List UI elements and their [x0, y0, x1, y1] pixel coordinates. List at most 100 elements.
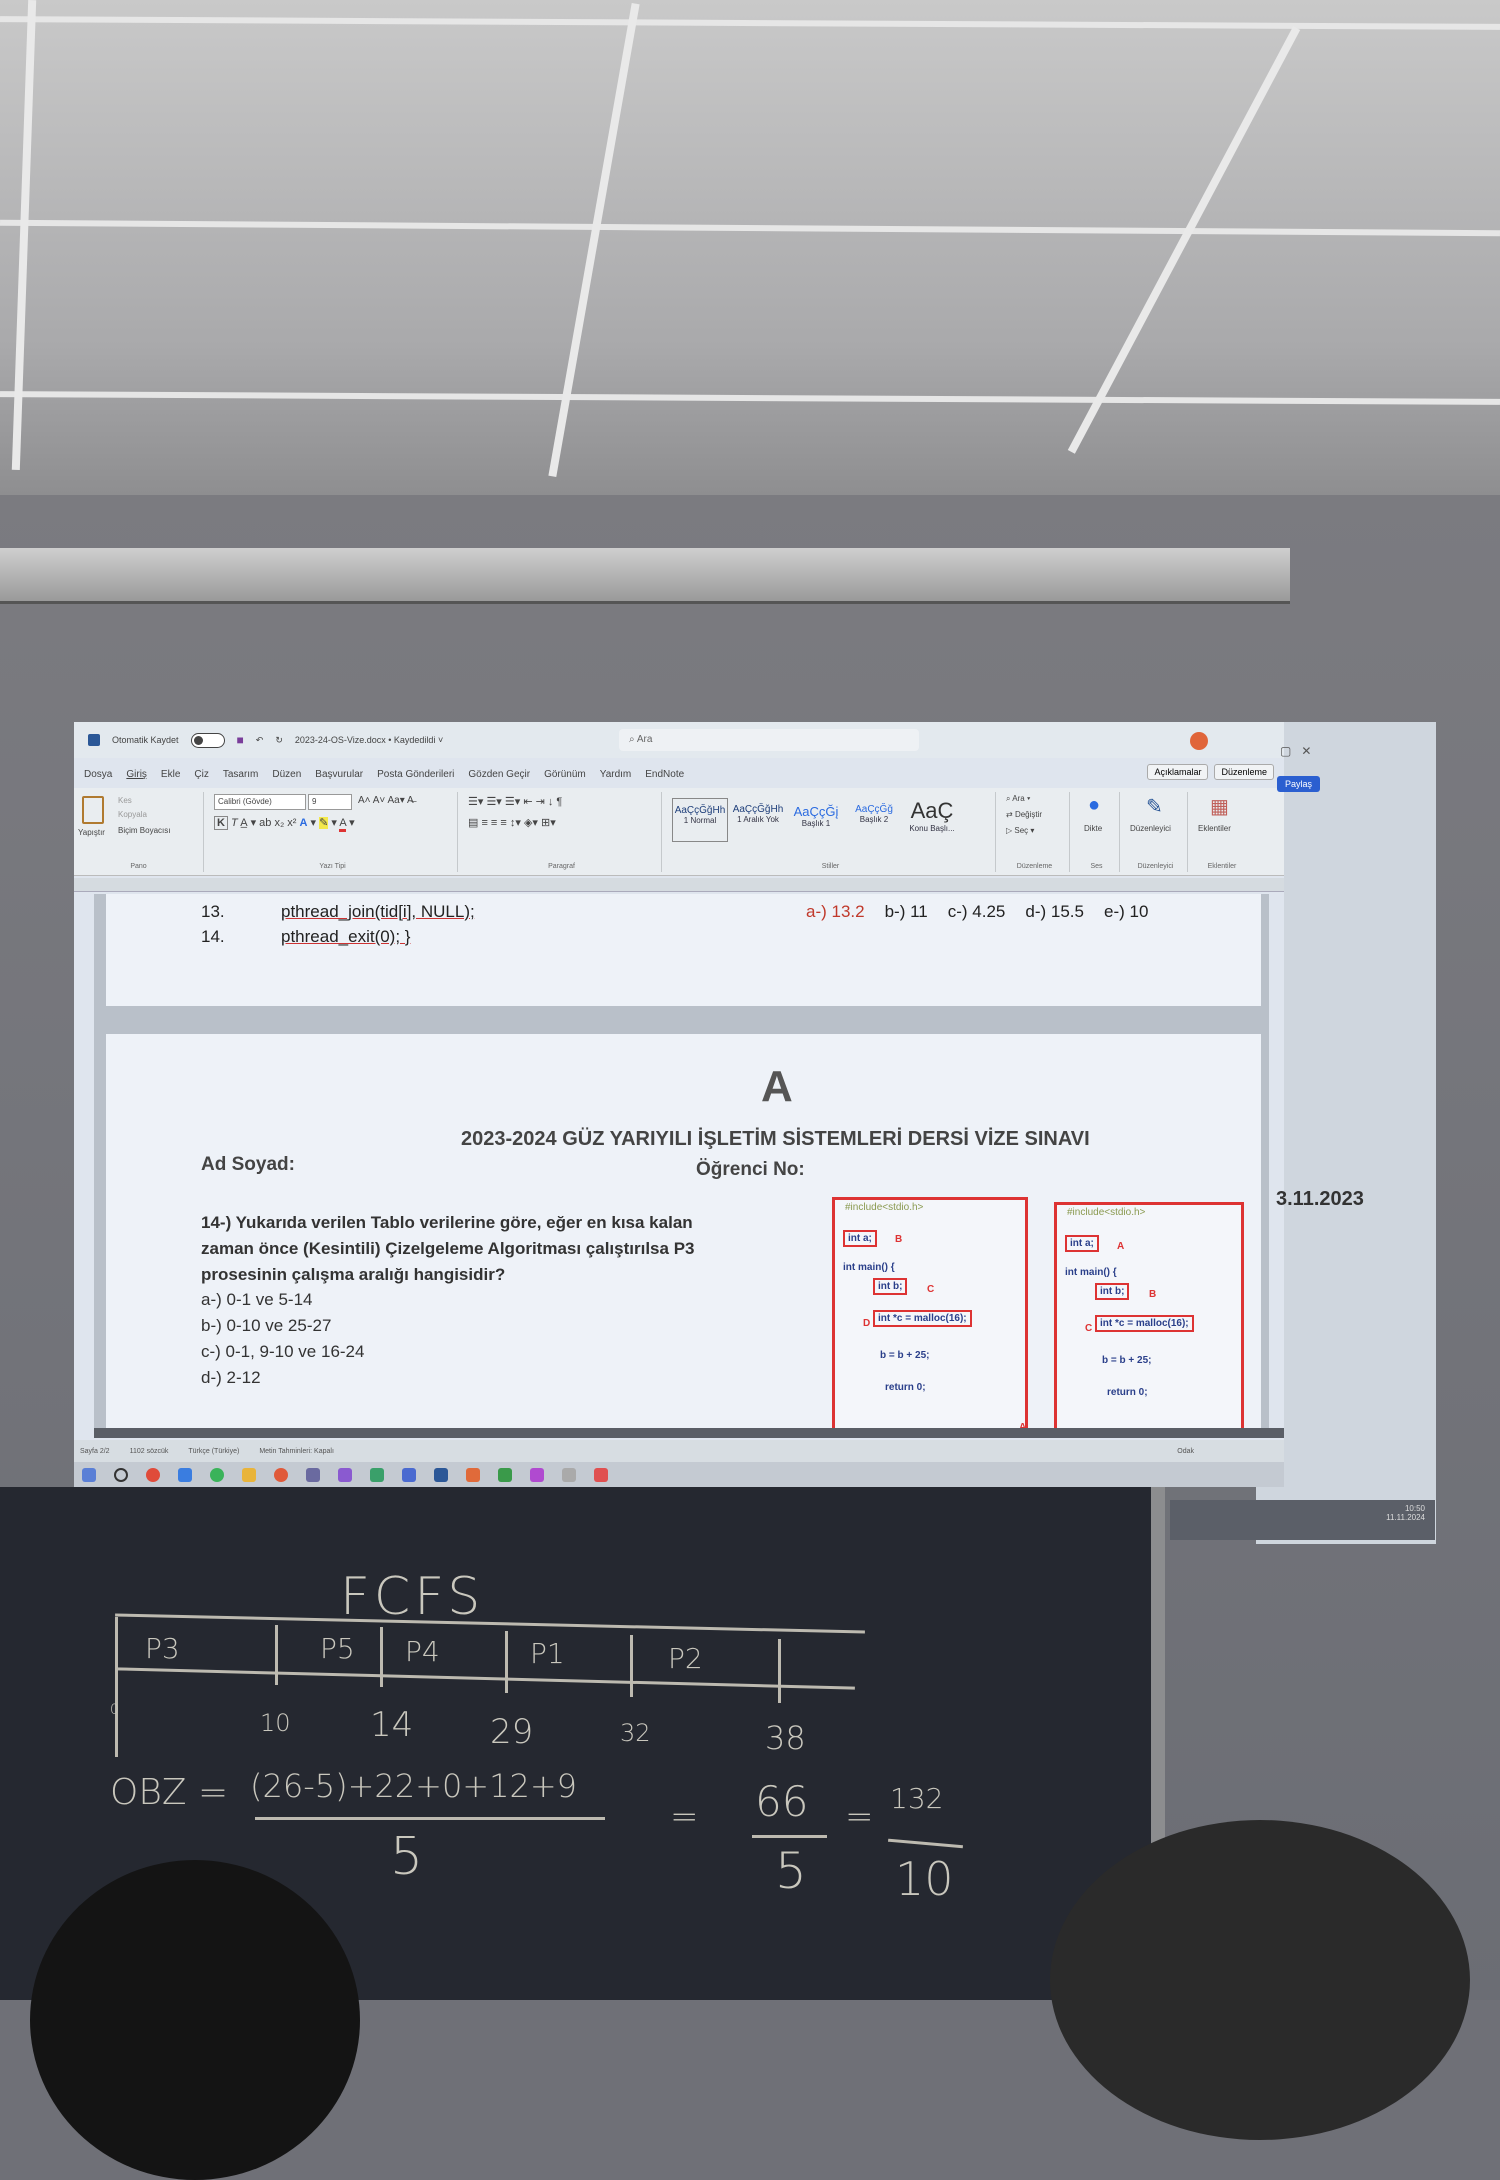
name-label: Ad Soyad:: [201, 1154, 295, 1175]
comments-button[interactable]: Açıklamalar: [1147, 764, 1209, 780]
menu-giris[interactable]: Giriş: [126, 769, 147, 780]
menu-basvurular[interactable]: Başvurular: [315, 769, 363, 780]
dictate-button[interactable]: Dikte: [1084, 824, 1102, 833]
app-icon[interactable]: [338, 1467, 352, 1482]
save-icon[interactable]: ■: [237, 733, 244, 747]
word-taskbar-icon[interactable]: [434, 1467, 448, 1482]
clock-date[interactable]: 11.11.2024: [1180, 1513, 1425, 1522]
menu-gorunum[interactable]: Görünüm: [544, 769, 586, 780]
menu-yardim[interactable]: Yardım: [600, 769, 632, 780]
word-count[interactable]: 1102 sözcük: [130, 1448, 169, 1455]
projected-word-window: Otomatik Kaydet ■ ↶ ↻ 2023-24-OS-Vize.do…: [74, 722, 1284, 1487]
chalk-title: FCFS: [340, 1567, 485, 1627]
fraction-numerator: 132: [890, 1782, 944, 1815]
powerpoint-icon[interactable]: [466, 1467, 480, 1482]
font-format-icons[interactable]: K T A̲ ▾ ab x₂ x² A ▾ ✎ ▾ A ▾: [214, 816, 355, 832]
code-return: return 0;: [1107, 1387, 1148, 1398]
page-count[interactable]: Sayfa 2/2: [80, 1448, 110, 1455]
editor-button[interactable]: Düzenleyici: [1130, 824, 1171, 833]
gantt-divider: [778, 1639, 781, 1703]
browser-icon[interactable]: [274, 1467, 288, 1482]
document-title[interactable]: 2023-24-OS-Vize.docx • Kaydedildi ˅: [295, 735, 443, 745]
menu-tasarim[interactable]: Tasarım: [223, 769, 259, 780]
font-size-select[interactable]: 9: [308, 794, 352, 810]
app-icon[interactable]: [562, 1467, 576, 1482]
page-2: A 2023-2024 GÜZ YARIYILI İŞLETİM SİSTEML…: [106, 1034, 1261, 1429]
menu-bar: Dosya Giriş Ekle Çiz Tasarım Düzen Başvu…: [74, 762, 1284, 786]
font-grow-shrink-icons[interactable]: A˄ A˅ Aa▾ A̶: [358, 795, 414, 806]
style-sample: AaÇçĞğ: [855, 804, 893, 815]
undo-icon[interactable]: ↶: [256, 735, 264, 746]
start-icon[interactable]: [82, 1467, 96, 1482]
gantt-time: 29: [490, 1712, 534, 1752]
focus-button[interactable]: Odak: [1177, 1448, 1194, 1455]
autosave-toggle[interactable]: [190, 732, 225, 748]
cut-button[interactable]: Kes: [118, 796, 132, 805]
format-painter-button[interactable]: Biçim Boyacısı: [118, 826, 170, 835]
editor-icon[interactable]: ✎: [1146, 794, 1163, 819]
paste-icon[interactable]: [82, 796, 104, 824]
search-icon[interactable]: [114, 1467, 128, 1482]
style-title[interactable]: AaÇ Konu Başlı...: [904, 798, 960, 842]
chrome-icon[interactable]: [146, 1467, 160, 1482]
menu-ekle[interactable]: Ekle: [161, 769, 180, 780]
microphone-icon[interactable]: ●: [1088, 794, 1100, 817]
avatar[interactable]: [1190, 732, 1208, 750]
redo-icon[interactable]: ↻: [275, 735, 283, 746]
search-input[interactable]: ⌕ Ara: [619, 729, 919, 751]
menu-ciz[interactable]: Çiz: [194, 769, 208, 780]
answer-option: e-) 10: [1103, 902, 1149, 921]
editing-button[interactable]: Düzenleme: [1214, 764, 1274, 780]
student-head: [30, 1860, 360, 2180]
menu-posta[interactable]: Posta Gönderileri: [377, 769, 454, 780]
horizontal-scrollbar[interactable]: [94, 1428, 1284, 1438]
menu-gozden-gecir[interactable]: Gözden Geçir: [468, 769, 530, 780]
excel-icon[interactable]: [498, 1467, 512, 1482]
select-button[interactable]: ▷ Seç ▾: [1006, 826, 1034, 835]
menu-duzen[interactable]: Düzen: [272, 769, 301, 780]
window-controls[interactable]: ▢ ✕: [1280, 744, 1311, 758]
app-icon[interactable]: [370, 1467, 384, 1482]
list-icons[interactable]: ☰▾ ☰▾ ☰▾ ⇤ ⇥ ↓ ¶: [468, 795, 562, 808]
gantt-process: P1: [530, 1637, 565, 1670]
copy-button[interactable]: Kopyala: [118, 810, 147, 819]
language[interactable]: Türkçe (Türkiye): [188, 1448, 239, 1455]
addins-button[interactable]: Eklentiler: [1198, 824, 1231, 833]
ruler[interactable]: [74, 878, 1284, 892]
ribbon: Yapıştır Kes Kopyala Biçim Boyacısı Pano…: [74, 788, 1284, 876]
select-label: Seç: [1014, 826, 1029, 835]
segment-tag: C: [927, 1284, 935, 1295]
paste-button[interactable]: Yapıştır: [78, 828, 105, 837]
student-head: [1050, 1820, 1470, 2140]
style-heading-2[interactable]: AaÇçĞğ Başlık 2: [846, 798, 902, 842]
code-text: pthread_join(tid[i], NULL);: [281, 902, 475, 921]
pdf-icon[interactable]: [594, 1467, 608, 1482]
file-explorer-icon[interactable]: [242, 1467, 256, 1482]
app-icon[interactable]: [178, 1467, 192, 1482]
style-sample: AaÇçĞğHh: [674, 805, 726, 816]
page-1-bottom: 13. pthread_join(tid[i], NULL); 14. pthr…: [106, 894, 1261, 1006]
ceiling: [0, 0, 1500, 495]
clock-time[interactable]: 10:50: [1180, 1504, 1425, 1513]
style-name: 1 Normal: [683, 816, 717, 825]
share-button[interactable]: Paylaş: [1277, 776, 1321, 792]
menu-dosya[interactable]: Dosya: [84, 769, 112, 780]
find-button[interactable]: ⌕ Ara ▾: [1006, 794, 1030, 804]
menu-endnote[interactable]: EndNote: [645, 769, 684, 780]
replace-button[interactable]: ⇄ Değiştir: [1006, 810, 1042, 819]
app-icon[interactable]: [306, 1467, 320, 1482]
font-name-select[interactable]: Calibri (Gövde): [214, 794, 306, 810]
code-var-c: int *c = malloc(16);: [1095, 1315, 1194, 1332]
style-heading-1[interactable]: AaÇçĞį Başlık 1: [788, 798, 844, 842]
style-normal[interactable]: AaÇçĞğHh 1 Normal: [672, 798, 728, 842]
align-icons[interactable]: ▤ ≡ ≡ ≡ ↕▾ ◈▾ ⊞▾: [468, 816, 556, 829]
style-no-spacing[interactable]: AaÇçĞğHh 1 Aralık Yok: [730, 798, 786, 842]
previous-answers: a-) 13.2 b-) 11 c-) 4.25 d-) 15.5 e-) 10: [806, 902, 1148, 922]
addins-icon[interactable]: ▦: [1210, 794, 1229, 819]
text-predictions[interactable]: Metin Tahminleri: Kapalı: [259, 1448, 334, 1455]
fraction-bar: [255, 1817, 605, 1820]
whatsapp-icon[interactable]: [210, 1467, 224, 1482]
formula-equals: =: [845, 1797, 874, 1837]
app-icon[interactable]: [402, 1467, 416, 1482]
app-icon[interactable]: [530, 1467, 544, 1482]
